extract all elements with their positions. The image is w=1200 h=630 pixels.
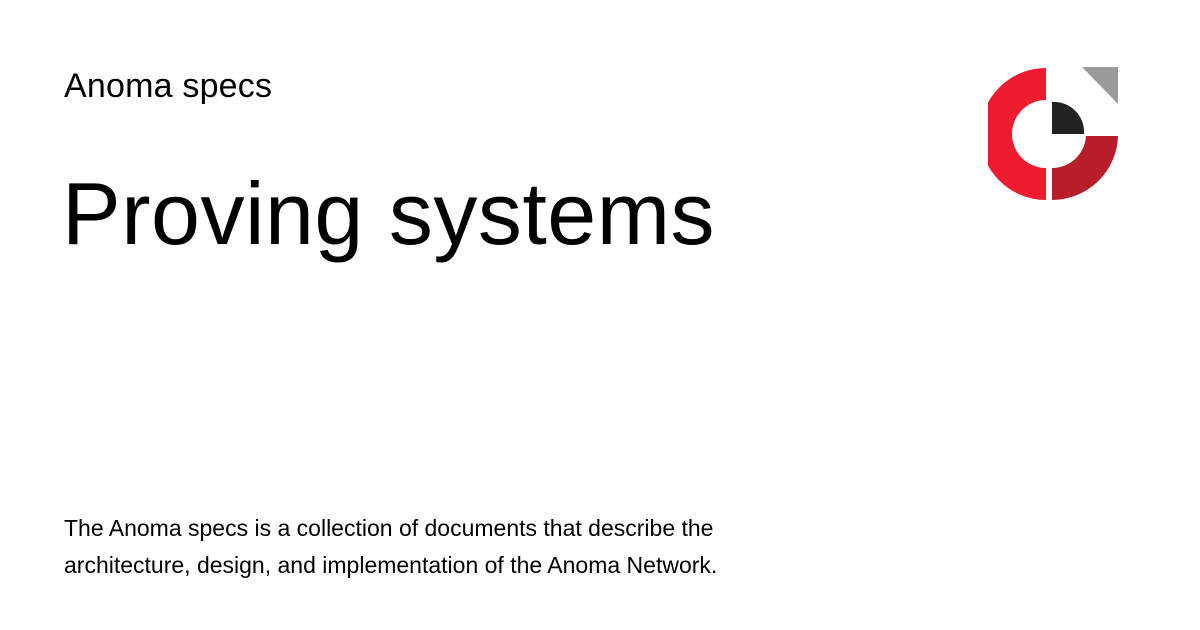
logo-corner [1082,67,1118,104]
page-title: Proving systems [62,164,716,263]
logo-core-quarter [1052,101,1085,134]
logo-left-arc [988,68,1046,200]
social-card: Anoma specs Proving systems The Anoma sp… [0,0,1200,630]
logo-right-arc [1052,136,1118,201]
page-description: The Anoma specs is a collection of docum… [64,515,718,578]
anoma-logo-icon [988,64,1124,204]
site-name: Anoma specs [64,67,273,105]
